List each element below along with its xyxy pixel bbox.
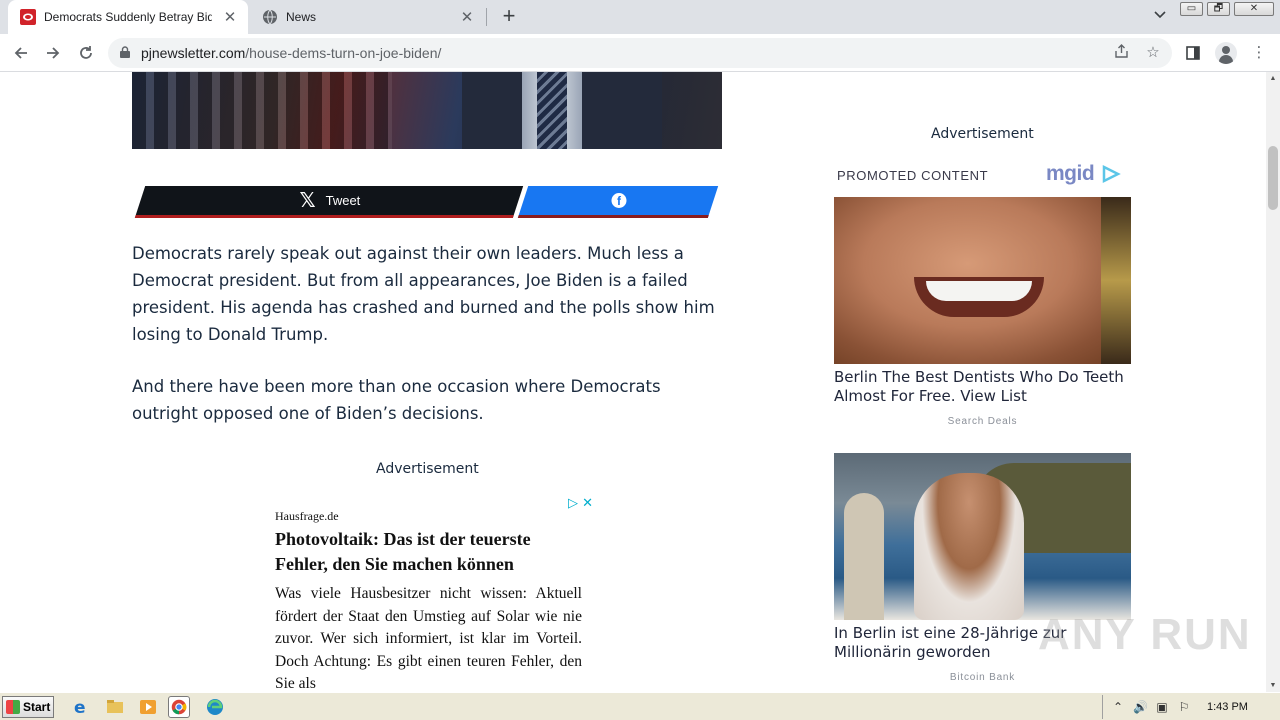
promoted-content-label: PROMOTED CONTENT [837,168,989,183]
windows-taskbar: Start e ⌃ 🔊 ▣ ⚐ 1:43 PM [0,692,1280,720]
volume-icon[interactable]: 🔊 [1133,700,1148,714]
media-player-icon[interactable] [137,697,159,717]
x-logo-icon: 𝕏 [299,190,316,212]
advertisement-label: Advertisement [376,461,479,477]
action-center-flag-icon[interactable]: ⚐ [1177,700,1191,714]
anyrun-watermark: ANY RUN [1038,610,1252,659]
tweet-label: Tweet [325,193,360,208]
promo-card-image[interactable] [834,453,1131,620]
tab-news[interactable]: News ✕ [250,0,485,34]
mgid-play-icon[interactable] [1101,164,1121,184]
svg-text:e: e [74,698,86,717]
promo-card-source[interactable]: Search Deals [834,416,1131,427]
lock-icon[interactable] [120,46,130,58]
new-tab-button[interactable]: + [498,5,520,28]
back-arrow-icon[interactable] [10,42,32,64]
site-favicon-icon [20,9,36,25]
minimize-button[interactable]: ▭ [1180,2,1203,16]
inline-advertisement[interactable]: ▷ ✕ Hausfrage.de Photovoltaik: Das ist d… [265,492,595,692]
bookmark-star-icon[interactable]: ☆ [1144,44,1162,62]
ad-headline[interactable]: Photovoltaik: Das ist der teuerste Fehle… [275,527,585,577]
scrollbar-thumb[interactable] [1268,146,1278,210]
url-text[interactable]: pjnewsletter.com/house-dems-turn-on-joe-… [141,45,441,61]
page-scrollbar[interactable]: ▲ ▼ [1266,72,1280,692]
side-panel-icon[interactable] [1183,43,1203,63]
sidebar-advertisement-label: Advertisement [931,126,1034,142]
start-label: Start [23,700,51,714]
edge-icon[interactable] [204,697,226,717]
facebook-icon: f [610,193,626,208]
restore-button[interactable]: 🗗 [1207,2,1230,16]
forward-arrow-icon[interactable] [42,42,64,64]
profile-avatar-icon[interactable] [1215,42,1237,64]
tab-title: Democrats Suddenly Betray Biden over [44,10,212,24]
globe-icon [263,9,277,25]
network-icon[interactable]: ▣ [1155,700,1169,714]
url-host: pjnewsletter.com [141,45,246,61]
address-bar[interactable]: pjnewsletter.com/house-dems-turn-on-joe-… [108,38,1172,68]
ad-body: Was viele Hausbesitzer nicht wissen: Akt… [275,585,582,692]
adchoices-icon[interactable]: ▷ ✕ [568,496,593,511]
window-controls: ▭ 🗗 ✕ [1176,2,1274,16]
scroll-down-arrow-icon[interactable]: ▼ [1269,682,1277,689]
promo-card-title[interactable]: Berlin The Best Dentists Who Do Teeth Al… [834,368,1131,406]
file-explorer-icon[interactable] [104,697,126,717]
facebook-share-button[interactable]: f [517,186,719,218]
internet-explorer-icon[interactable]: e [70,697,92,717]
close-window-button[interactable]: ✕ [1234,2,1274,16]
tweet-share-button[interactable]: 𝕏 Tweet [134,186,524,218]
promo-card-source[interactable]: Bitcoin Bank [834,672,1131,683]
tab-close-icon[interactable]: ✕ [457,7,477,27]
start-button[interactable]: Start [2,696,54,718]
url-path: /house-dems-turn-on-joe-biden/ [245,45,442,61]
clock[interactable]: 1:43 PM [1207,701,1248,713]
tab-separator [486,8,487,26]
more-menu-icon[interactable]: ⋮ [1249,43,1269,63]
web-page: 𝕏 Tweet f Democrats rarely speak out aga… [0,72,1266,692]
tab-strip: Democrats Suddenly Betray Biden over ✕ N… [0,0,1280,34]
article-hero-image [132,72,722,149]
tab-title: News [286,10,317,24]
mgid-logo[interactable]: mgid [1046,162,1095,186]
browser-toolbar: pjnewsletter.com/house-dems-turn-on-joe-… [0,34,1280,72]
scroll-up-arrow-icon[interactable]: ▲ [1269,75,1277,82]
tab-search-chevron-icon[interactable] [1150,8,1170,26]
tab-democrats-article[interactable]: Democrats Suddenly Betray Biden over ✕ [8,0,248,34]
tab-close-icon[interactable]: ✕ [220,7,240,27]
article-paragraph: Democrats rarely speak out against their… [132,244,715,344]
reload-icon[interactable] [75,42,97,64]
tray-expand-icon[interactable]: ⌃ [1111,700,1125,714]
share-icon[interactable] [1112,44,1130,62]
chrome-icon[interactable] [168,696,190,718]
ad-source: Hausfrage.de [275,509,339,523]
system-tray: ⌃ 🔊 ▣ ⚐ 1:43 PM [1102,695,1280,719]
promo-card-image[interactable] [834,197,1131,364]
article-paragraph: And there have been more than one occasi… [132,377,661,423]
windows-logo-icon [6,700,20,714]
